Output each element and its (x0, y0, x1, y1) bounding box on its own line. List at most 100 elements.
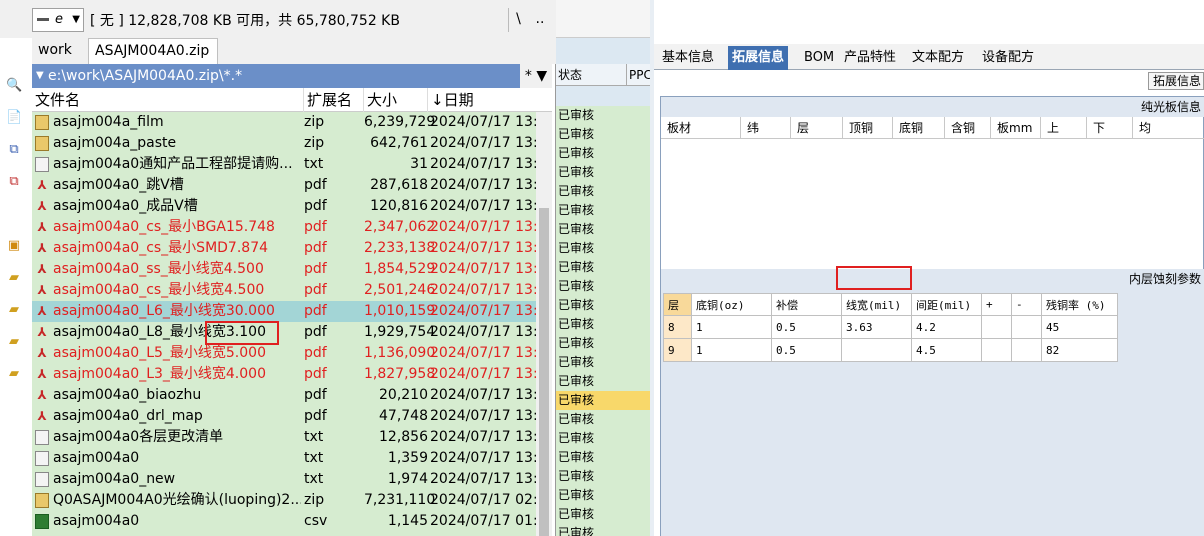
file-row[interactable]: asajm004a0通知产品工程部提请购... txt 31 2024/07/17 1… (32, 154, 547, 175)
folder-icon[interactable]: ▰ (6, 302, 22, 318)
status-row[interactable]: 已审核 (556, 182, 650, 201)
status-row[interactable]: 已审核 (556, 448, 650, 467)
status-row[interactable]: 已审核 (556, 315, 650, 334)
pdf-file-icon: ⅄ (37, 283, 47, 297)
layer-cell[interactable]: 0.5 (771, 338, 842, 362)
file-row[interactable]: ⅄ asajm004a0_L3_最小线宽4.000 pdf 1,827,958 2024… (32, 364, 546, 385)
col-status[interactable]: 状态 (558, 64, 582, 86)
tab-work[interactable]: work (32, 38, 88, 64)
status-row[interactable]: 已审核 (556, 220, 650, 239)
status-row[interactable]: 已审核 (556, 239, 650, 258)
layer-cell[interactable]: 45 (1041, 315, 1118, 339)
layer-col-compensation: 补偿 (771, 293, 842, 316)
col-ext[interactable]: 扩展名 (304, 88, 364, 112)
file-row[interactable]: asajm004a0_new txt 1,974 2024/07/17 13:1 (32, 469, 547, 490)
parent-dir-button[interactable]: .. (532, 8, 548, 32)
status-row[interactable]: 已审核 (556, 505, 650, 524)
col-size[interactable]: 大小 (364, 88, 428, 112)
pdf-file-icon: ⅄ (37, 367, 47, 381)
col-date[interactable]: ↓日期 (428, 88, 552, 112)
file-row[interactable]: ⅄ asajm004a0_跳V槽 pdf 287,618 2024/07/17 13:1 (32, 175, 546, 196)
status-row[interactable]: 已审核 (556, 410, 650, 429)
layer-cell[interactable]: 82 (1041, 338, 1118, 362)
tab-extended-info[interactable]: 拓展信息 (728, 46, 789, 70)
pack-icon[interactable]: ▣ (6, 238, 22, 254)
filter-dropdown[interactable]: * ▼ (520, 64, 552, 88)
layer-cell[interactable]: 4.5 (911, 338, 982, 362)
board-header-row: 板材 纬 层 顶铜 底铜 含铜 板mm 上 下 均 (661, 117, 1204, 139)
status-row[interactable]: 已审核 (556, 277, 650, 296)
layer-cell[interactable]: 8 (663, 315, 692, 339)
file-row[interactable]: ⅄ asajm004a0_cs_最小线宽4.500 pdf 2,501,246 2024… (32, 280, 546, 301)
tab-basic-info[interactable]: 基本信息 (658, 46, 718, 70)
layer-cell[interactable]: 1 (691, 338, 772, 362)
tab-text-recipe[interactable]: 文本配方 (908, 46, 968, 70)
status-row[interactable]: 已审核 (556, 201, 650, 220)
status-row[interactable]: 已审核 (556, 524, 650, 536)
file-row[interactable]: ⅄ asajm004a0_cs_最小BGA15.748 pdf 2,347,062 20… (32, 217, 546, 238)
file-row[interactable]: ⅄ asajm004a0_L6_最小线宽30.000 pdf 1,010,159 202… (32, 301, 547, 322)
file-row[interactable]: ⅄ asajm004a0_L5_最小线宽5.000 pdf 1,136,090 2024… (32, 343, 546, 364)
col-ppc[interactable]: PPC (626, 64, 652, 86)
triangle-down-icon: ▼ (36, 70, 44, 81)
layer-row[interactable]: 9 1 0.5 4.5 82 (663, 338, 1118, 362)
root-dir-button[interactable]: \ (508, 8, 528, 32)
find-files-icon[interactable]: 🔍 (6, 78, 22, 94)
file-row[interactable]: ⅄ asajm004a0_biaozhu pdf 20,210 2024/07/17 1… (32, 385, 546, 406)
status-row[interactable]: 已审核 (556, 353, 650, 372)
status-row[interactable]: 已审核 (556, 334, 650, 353)
zip-file-icon (35, 115, 49, 130)
layer-cell[interactable] (1011, 315, 1042, 339)
status-row[interactable]: 已审核 (556, 163, 650, 182)
file-row[interactable]: asajm004a0 csv 1,145 2024/07/17 01:4 (32, 511, 547, 532)
layer-cell[interactable] (981, 315, 1012, 339)
tab-zip[interactable]: ASAJM004A0.zip (88, 38, 218, 64)
status-row[interactable]: 已审核 (556, 106, 650, 125)
layer-cell[interactable]: 0.5 (771, 315, 842, 339)
new-folder-icon[interactable]: ▰ (6, 270, 22, 286)
drive-selector[interactable]: e ▼ (32, 8, 84, 32)
status-row[interactable]: 已审核 (556, 391, 650, 410)
layer-cell[interactable] (981, 338, 1012, 362)
tab-equipment-recipe[interactable]: 设备配方 (978, 46, 1038, 70)
folder-icon-3[interactable]: ▰ (6, 366, 22, 382)
status-row[interactable]: 已审核 (556, 429, 650, 448)
layer-row[interactable]: 8 1 0.5 3.63 4.2 45 (663, 315, 1118, 339)
file-row[interactable]: asajm004a0各层更改清单 txt 12,856 2024/07/17 13:1 (32, 427, 547, 448)
file-row[interactable]: asajm004a_film zip 6,239,729 2024/07/17 13:… (32, 112, 547, 133)
line-width-cell[interactable]: 3.63 (841, 315, 912, 339)
line-width-cell[interactable] (841, 338, 912, 362)
view-file-icon[interactable]: 📄 (6, 110, 22, 126)
file-row[interactable]: ⅄ asajm004a0_ss_最小线宽4.500 pdf 1,854,529 2024… (32, 259, 546, 280)
move-icon[interactable]: ⧉ (6, 174, 22, 190)
path-bar[interactable]: ▼ e:\work\ASAJM004A0.zip\*.* * ▼ (32, 64, 552, 88)
col-name[interactable]: 文件名 (32, 88, 304, 112)
tab-product-features[interactable]: 产品特性 (840, 46, 900, 70)
tab-bom[interactable]: BOM (800, 46, 838, 70)
file-size: 47,748 (379, 408, 428, 424)
file-size: 1,145 (387, 513, 428, 529)
status-row[interactable]: 已审核 (556, 372, 650, 391)
vertical-scrollbar[interactable] (536, 112, 552, 536)
extended-info-button[interactable]: 拓展信息 (1148, 72, 1204, 90)
layer-cell[interactable] (1011, 338, 1042, 362)
file-row[interactable]: asajm004a0 txt 1,359 2024/07/17 13:1 (32, 448, 547, 469)
file-row[interactable]: Q0ASAJM004A0光绘确认(luoping)2... zip 7,231,11… (32, 490, 547, 511)
layer-cell[interactable]: 4.2 (911, 315, 982, 339)
file-row[interactable]: ⅄ asajm004a0_成品V槽 pdf 120,816 2024/07/17 13:… (32, 196, 546, 217)
layer-cell[interactable]: 9 (663, 338, 692, 362)
file-row[interactable]: asajm004a_paste zip 642,761 2024/07/17 13:3 (32, 133, 547, 154)
status-row[interactable]: 已审核 (556, 296, 650, 315)
status-row[interactable]: 已审核 (556, 125, 650, 144)
file-row[interactable]: ⅄ asajm004a0_drl_map pdf 47,748 2024/07/17 1… (32, 406, 546, 427)
folder-icon-2[interactable]: ▰ (6, 334, 22, 350)
layer-cell[interactable]: 1 (691, 315, 772, 339)
status-row[interactable]: 已审核 (556, 144, 650, 163)
status-row[interactable]: 已审核 (556, 486, 650, 505)
status-row[interactable]: 已审核 (556, 258, 650, 277)
scroll-thumb[interactable] (539, 208, 549, 536)
copy-icon[interactable]: ⧉ (6, 142, 22, 158)
file-row[interactable]: ⅄ asajm004a0_cs_最小SMD7.874 pdf 2,233,138 202… (32, 238, 546, 259)
status-row[interactable]: 已审核 (556, 467, 650, 486)
file-row[interactable]: ⅄ asajm004a0_L8_最小线宽3.100 pdf 1,929,754 2024… (32, 322, 546, 343)
